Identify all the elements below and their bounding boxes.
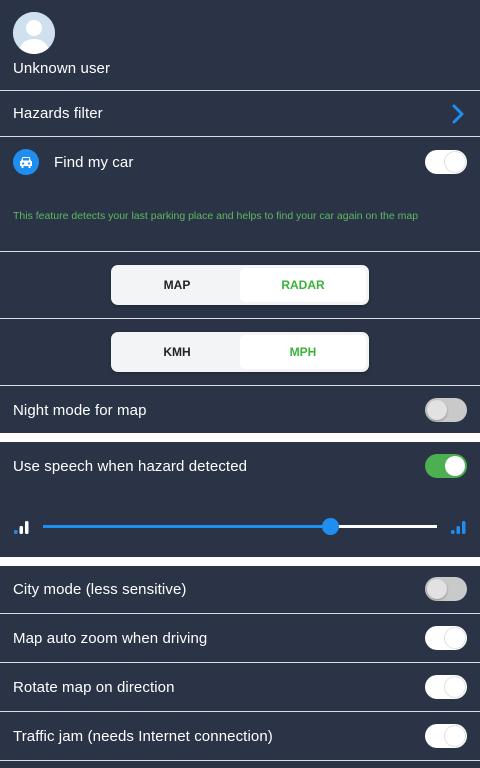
divider bbox=[0, 385, 480, 386]
section-separator bbox=[0, 433, 480, 442]
night-mode-label: Night mode for map bbox=[13, 402, 147, 419]
view-mode-radar-option[interactable]: RADAR bbox=[240, 268, 366, 302]
volume-slider-fill bbox=[43, 525, 331, 528]
traffic-jam-label: Traffic jam (needs Internet connection) bbox=[13, 728, 273, 745]
find-my-car-label: Find my car bbox=[54, 154, 134, 171]
user-name: Unknown user bbox=[13, 60, 111, 77]
hazards-filter-row[interactable]: Hazards filter bbox=[0, 91, 480, 136]
divider bbox=[0, 760, 480, 761]
view-mode-map-option[interactable]: MAP bbox=[114, 268, 240, 302]
divider bbox=[0, 318, 480, 319]
user-silhouette-icon bbox=[13, 12, 55, 54]
divider bbox=[0, 662, 480, 663]
speech-label: Use speech when hazard detected bbox=[13, 458, 248, 475]
car-icon bbox=[13, 149, 39, 175]
chevron-right-icon bbox=[452, 104, 464, 124]
divider bbox=[0, 136, 480, 137]
divider bbox=[0, 613, 480, 614]
traffic-jam-toggle[interactable] bbox=[425, 724, 467, 748]
hazards-filter-label: Hazards filter bbox=[13, 105, 103, 122]
find-my-car-description: This feature detects your last parking p… bbox=[13, 210, 419, 222]
auto-zoom-label: Map auto zoom when driving bbox=[13, 630, 208, 647]
speed-unit-mph-option[interactable]: MPH bbox=[240, 335, 366, 369]
volume-high-icon bbox=[451, 521, 466, 534]
avatar[interactable] bbox=[13, 12, 55, 54]
rotate-map-label: Rotate map on direction bbox=[13, 679, 175, 696]
divider bbox=[0, 711, 480, 712]
find-my-car-toggle[interactable] bbox=[425, 150, 467, 174]
volume-slider[interactable] bbox=[43, 518, 437, 535]
rotate-map-toggle[interactable] bbox=[425, 675, 467, 699]
speech-toggle[interactable] bbox=[425, 454, 467, 478]
city-mode-label: City mode (less sensitive) bbox=[13, 581, 187, 598]
speed-unit-selector[interactable]: KMH MPH bbox=[111, 332, 369, 372]
night-mode-toggle[interactable] bbox=[425, 398, 467, 422]
speed-unit-kmh-option[interactable]: KMH bbox=[114, 335, 240, 369]
view-mode-selector[interactable]: MAP RADAR bbox=[111, 265, 369, 305]
volume-slider-thumb[interactable] bbox=[322, 518, 340, 535]
volume-low-icon bbox=[14, 521, 29, 534]
divider bbox=[0, 251, 480, 252]
auto-zoom-toggle[interactable] bbox=[425, 626, 467, 650]
section-separator bbox=[0, 557, 480, 566]
city-mode-toggle[interactable] bbox=[425, 577, 467, 601]
